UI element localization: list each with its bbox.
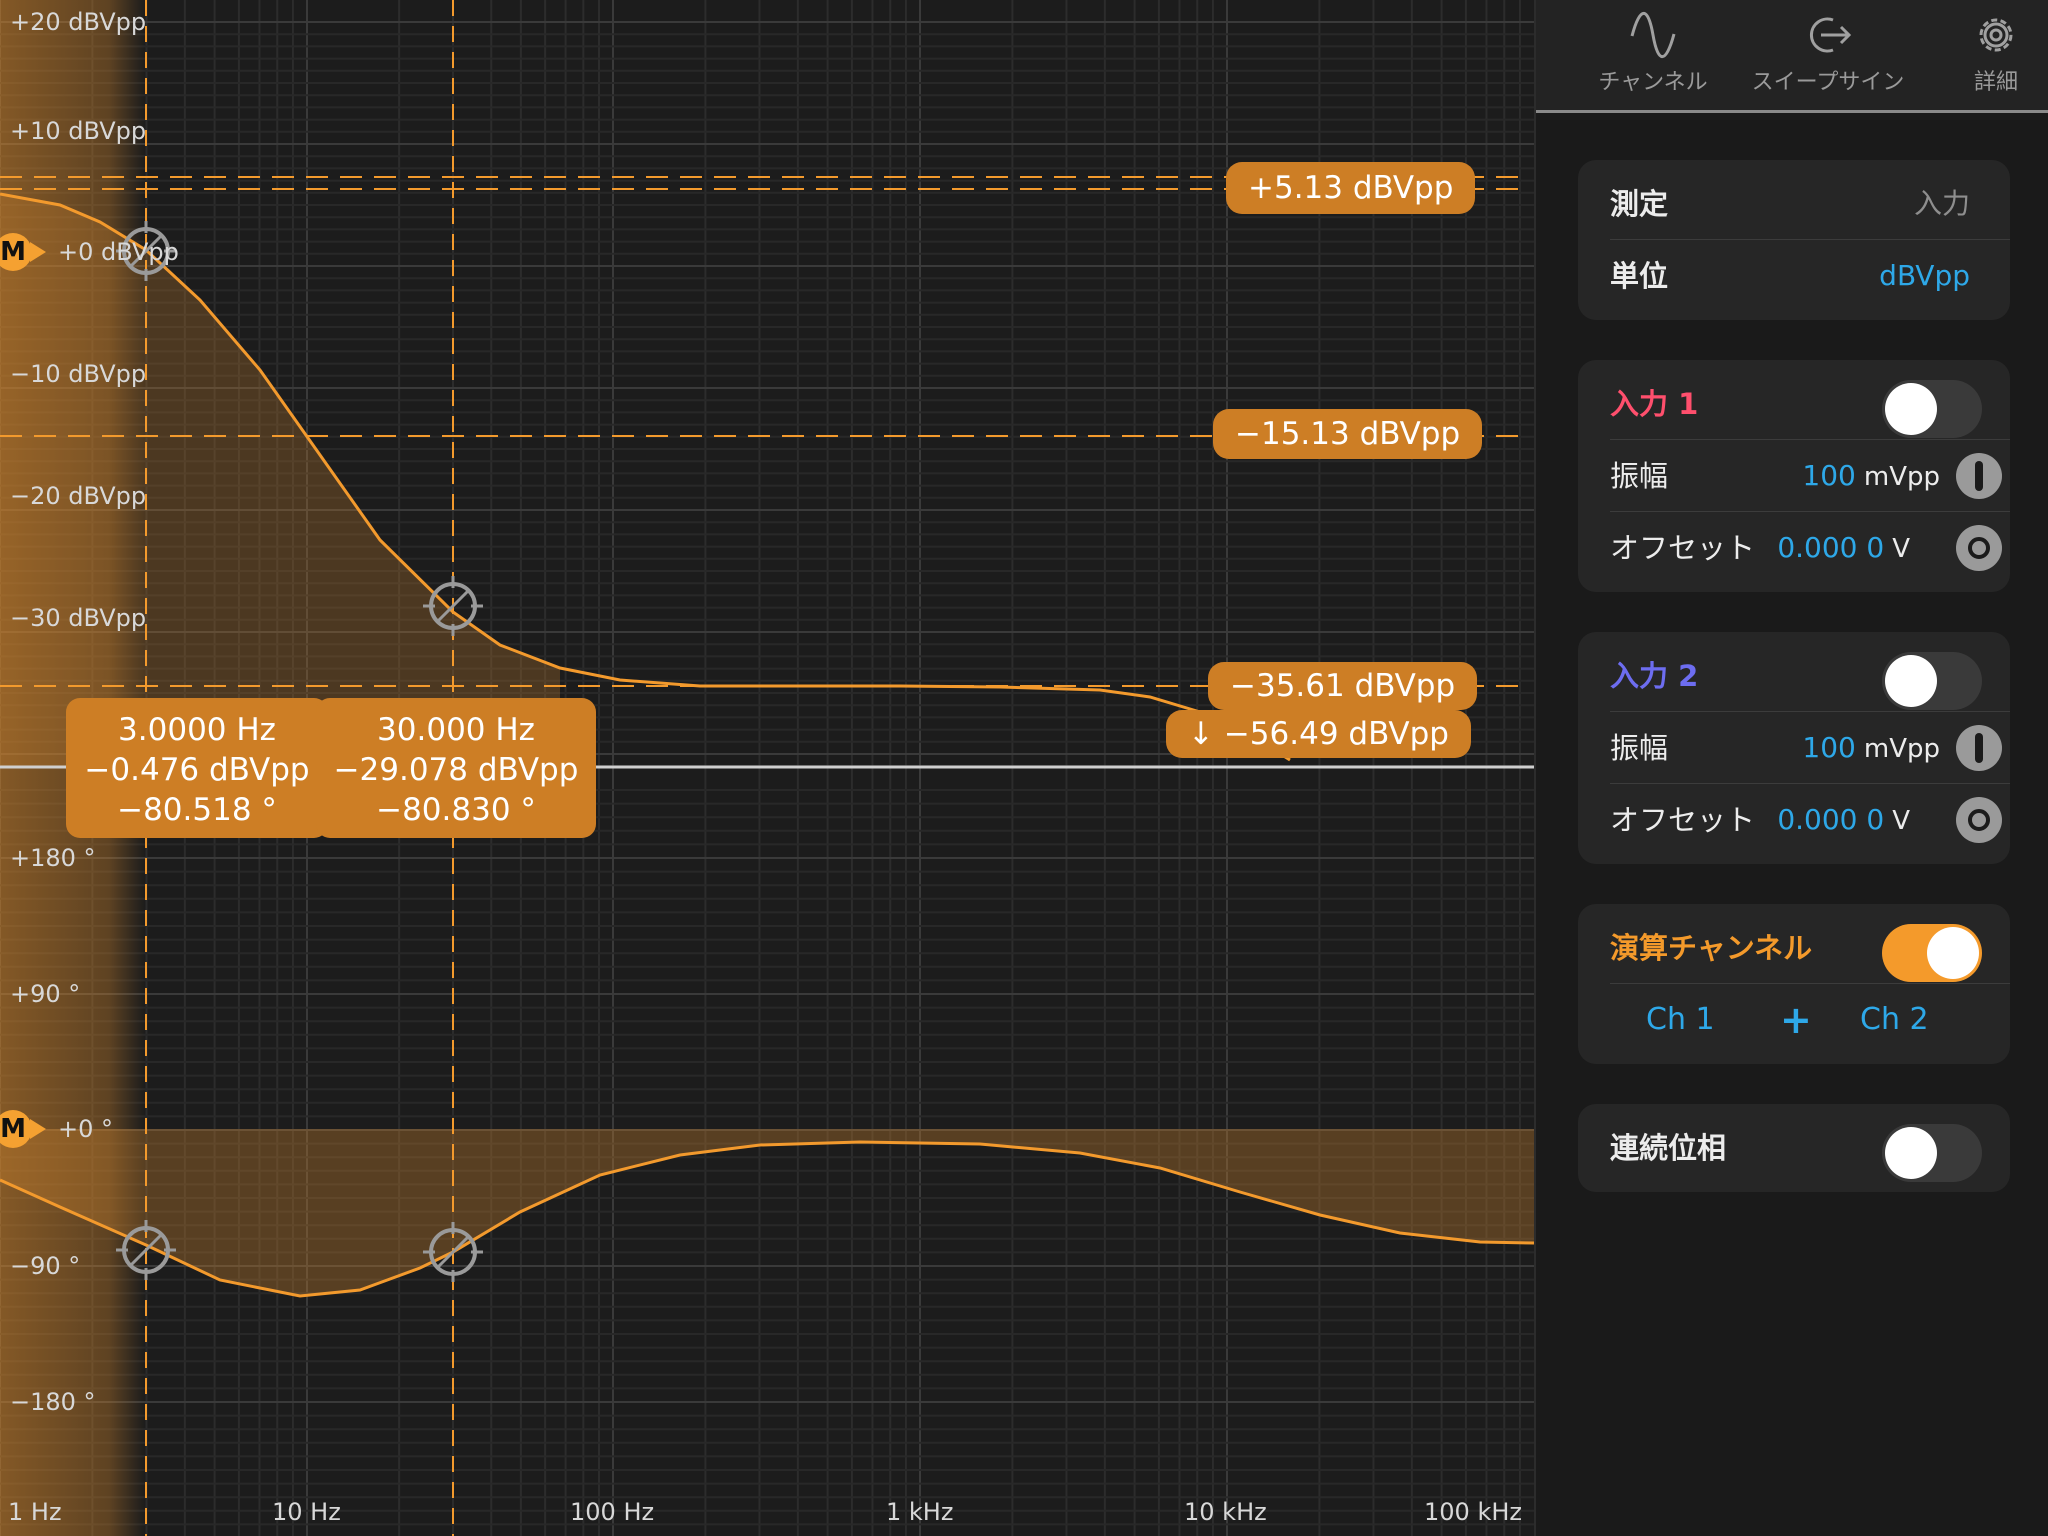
input2-amplitude-label: 振幅 <box>1610 731 1669 765</box>
phase-label-m180: −180 ° <box>10 1388 96 1416</box>
input2-card: 入力 2 振幅 100 mVpp オフセット 0.000 0V <box>1578 632 2010 864</box>
input2-offset-row: オフセット 0.000 0V <box>1610 784 2010 856</box>
continuous-phase-row: 連続位相 <box>1610 1112 2010 1184</box>
bode-plot[interactable]: +20 dBVpp +10 dBVpp −10 dBVpp −20 dBVpp … <box>0 0 1534 1536</box>
input1-amplitude-value[interactable]: 100 mVpp <box>1802 440 1940 513</box>
level-badge-3[interactable]: −35.61 dBVpp <box>1208 662 1478 710</box>
unit-row[interactable]: 単位 dBVpp <box>1610 240 2010 312</box>
mag-label-p20: +20 dBVpp <box>10 8 147 36</box>
phase-reference-label: +0 ° <box>58 1115 114 1143</box>
math-channel-card: 演算チャンネル Ch 1 + Ch 2 <box>1578 904 2010 1064</box>
cursor1-phase: −80.518 ° <box>117 792 277 828</box>
measure-row[interactable]: 測定 入力 <box>1610 168 2010 240</box>
input2-amplitude-number: 100 <box>1802 731 1856 764</box>
measure-label: 測定 <box>1610 187 1669 221</box>
input2-toggle[interactable] <box>1882 652 1982 710</box>
magnitude-reference-label: +0 dBVpp <box>58 238 179 266</box>
input1-amplitude-number: 100 <box>1802 459 1856 492</box>
input2-offset-number: 0.000 0 <box>1777 803 1885 836</box>
measure-value: 入力 <box>1913 187 1970 220</box>
math-operator[interactable]: + <box>1780 984 1812 1056</box>
freq-label-100khz: 100 kHz <box>1424 1498 1522 1526</box>
freq-label-100hz: 100 Hz <box>570 1498 655 1526</box>
tab-sweep-sine-label: スイープサイン <box>1751 70 1905 95</box>
mag-label-p10: +10 dBVpp <box>10 117 147 145</box>
continuous-phase-card: 連続位相 <box>1578 1104 2010 1192</box>
cursor2-readout[interactable]: 30.000 Hz −29.078 dBVpp −80.830 ° <box>316 698 596 838</box>
input1-offset-value[interactable]: 0.000 0V <box>1777 512 1910 585</box>
input1-title: 入力 1 <box>1610 387 1699 421</box>
measurement-card: 測定 入力 単位 dBVpp <box>1578 160 2010 320</box>
toggle-knob <box>1927 927 1979 979</box>
mag-label-m20: −20 dBVpp <box>10 482 147 510</box>
sweep-output-icon <box>1810 17 1852 53</box>
toggle-knob <box>1885 1127 1937 1179</box>
cursor1-mag: −0.476 dBVpp <box>84 752 310 788</box>
input1-toggle[interactable] <box>1882 380 1982 438</box>
input1-card: 入力 1 振幅 100 mVpp オフセット 0.000 0V <box>1578 360 2010 592</box>
input1-offset-knob-icon[interactable] <box>1956 525 2002 571</box>
settings-panel: チャンネル スイープサイン 詳細 測定 入力 単位 dBVpp 入力 1 振幅 … <box>1534 0 2048 1536</box>
input2-offset-unit: V <box>1892 806 1910 836</box>
unit-value: dBVpp <box>1879 259 1970 292</box>
input1-header-row: 入力 1 <box>1610 368 2010 440</box>
level-badge-1[interactable]: +5.13 dBVpp <box>1226 162 1476 214</box>
gear-icon <box>1979 18 2013 52</box>
freq-label-1khz: 1 kHz <box>886 1498 954 1526</box>
level-badge-2[interactable]: −15.13 dBVpp <box>1213 409 1483 459</box>
input2-amplitude-knob-icon[interactable] <box>1956 725 2002 771</box>
input1-offset-unit: V <box>1892 534 1910 564</box>
input1-offset-number: 0.000 0 <box>1777 531 1885 564</box>
tab-details[interactable]: 詳細 <box>1926 0 2048 110</box>
input2-amplitude-unit: mVpp <box>1863 734 1940 764</box>
input1-amplitude-label: 振幅 <box>1610 459 1669 493</box>
freq-label-10hz: 10 Hz <box>272 1498 341 1526</box>
cursor1-freq: 3.0000 Hz <box>118 712 276 748</box>
freq-label-1hz: 1 Hz <box>8 1498 62 1526</box>
tab-bar: チャンネル スイープサイン 詳細 <box>1536 0 2048 113</box>
input1-amplitude-unit: mVpp <box>1863 462 1940 492</box>
cursor2-freq: 30.000 Hz <box>377 712 535 748</box>
input2-offset-label: オフセット <box>1610 803 1756 837</box>
input2-amplitude-row: 振幅 100 mVpp <box>1610 712 2010 784</box>
tab-sweep-sine[interactable]: スイープサイン <box>1708 0 1948 110</box>
toggle-knob <box>1885 383 1937 435</box>
phase-label-p180: +180 ° <box>10 844 96 872</box>
math-operand1[interactable]: Ch 1 <box>1646 984 1715 1056</box>
freq-label-10khz: 10 kHz <box>1184 1498 1267 1526</box>
math-header-row: 演算チャンネル <box>1610 912 2010 984</box>
math-expression-row: Ch 1 + Ch 2 <box>1578 984 2010 1056</box>
magnitude-fill <box>0 194 560 767</box>
input2-header-row: 入力 2 <box>1610 640 2010 712</box>
level-badge-4[interactable]: ↓ −56.49 dBVpp <box>1166 710 1471 758</box>
math-toggle[interactable] <box>1882 924 1982 982</box>
input2-title: 入力 2 <box>1610 659 1699 693</box>
continuous-phase-label: 連続位相 <box>1610 1131 1727 1165</box>
phase-label-m90: −90 ° <box>10 1252 81 1280</box>
tab-details-label: 詳細 <box>1973 70 2018 95</box>
continuous-phase-toggle[interactable] <box>1882 1124 1982 1182</box>
cursor2-mag: −29.078 dBVpp <box>333 752 579 788</box>
math-operand2[interactable]: Ch 2 <box>1860 984 1929 1056</box>
unit-label: 単位 <box>1610 259 1669 293</box>
cursor2-phase: −80.830 ° <box>376 792 536 828</box>
cursor1-readout[interactable]: 3.0000 Hz −0.476 dBVpp −80.518 ° <box>66 698 328 838</box>
input2-amplitude-value[interactable]: 100 mVpp <box>1802 712 1940 785</box>
input2-offset-value[interactable]: 0.000 0V <box>1777 784 1910 857</box>
math-title: 演算チャンネル <box>1610 931 1813 965</box>
mag-label-m30: −30 dBVpp <box>10 604 147 632</box>
input1-offset-label: オフセット <box>1610 531 1756 565</box>
input1-offset-row: オフセット 0.000 0V <box>1610 512 2010 584</box>
input2-offset-knob-icon[interactable] <box>1956 797 2002 843</box>
mag-label-m10: −10 dBVpp <box>10 360 147 388</box>
sine-wave-icon <box>1630 12 1676 58</box>
phase-label-p90: +90 ° <box>10 980 81 1008</box>
input1-amplitude-knob-icon[interactable] <box>1956 453 2002 499</box>
toggle-knob <box>1885 655 1937 707</box>
input1-amplitude-row: 振幅 100 mVpp <box>1610 440 2010 512</box>
